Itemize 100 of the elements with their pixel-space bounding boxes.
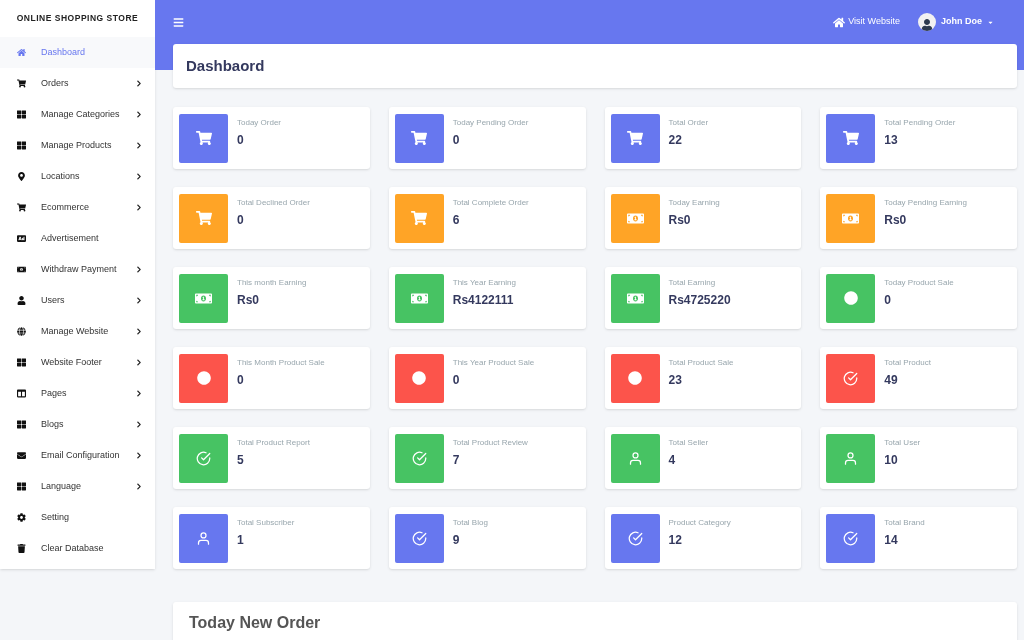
ad-icon — [17, 234, 26, 243]
sidebar-item[interactable]: Language — [0, 471, 155, 502]
stat-label: This Year Earning — [452, 277, 516, 289]
trash-icon — [17, 544, 26, 553]
stat-value: Rs0 — [668, 212, 692, 229]
sidebar-item[interactable]: Withdraw Payment — [0, 254, 155, 285]
cart-icon — [411, 210, 428, 226]
stat-label: Product Category — [668, 517, 731, 529]
stat-label: Total Brand — [884, 517, 925, 529]
grid-icon — [17, 420, 26, 429]
sidebar-item[interactable]: Pages — [0, 378, 155, 409]
check-circle-icon — [411, 530, 427, 546]
sidebar-item[interactable]: Manage Website — [0, 316, 155, 347]
map-pin-icon — [17, 172, 26, 181]
stat-value: 4 — [668, 452, 677, 469]
cart-icon — [17, 203, 26, 212]
stat-label: Today Order — [237, 117, 282, 129]
stat-value: 14 — [884, 532, 899, 549]
banknote-icon — [17, 265, 26, 274]
cart-icon — [627, 130, 643, 146]
stat-value: 7 — [452, 452, 461, 469]
stat-label: Total User — [884, 437, 921, 449]
stat-label: Total Pending Order — [884, 117, 956, 129]
columns-icon — [17, 389, 26, 398]
sidebar-item[interactable]: Blogs — [0, 409, 155, 440]
stat-value: 0 — [237, 132, 245, 149]
stat-label: Total Earning — [668, 277, 717, 289]
stat-value: 13 — [884, 132, 899, 149]
page-title: Dashbaord — [186, 55, 265, 76]
sidebar-item[interactable]: Locations — [0, 161, 155, 192]
stat-label: This month Earning — [237, 277, 307, 289]
circle-icon — [412, 371, 427, 385]
home-icon — [17, 48, 26, 57]
grid-icon — [17, 141, 26, 150]
stat-label: Total Product Report — [237, 437, 310, 449]
stat-value: 49 — [884, 372, 899, 389]
stat-value: Rs0 — [884, 212, 908, 229]
sidebar-item[interactable]: Clear Database — [0, 533, 155, 564]
stat-label: Total Product Review — [452, 437, 528, 449]
section-title: Today New Order — [189, 613, 321, 633]
grid-icon — [17, 482, 26, 491]
stat-value: Rs4725220 — [668, 292, 731, 309]
stat-value: 22 — [668, 132, 683, 149]
stat-label: This Year Product Sale — [452, 357, 535, 369]
stat-value: 0 — [237, 212, 245, 229]
check-circle-icon — [411, 450, 427, 466]
cart-icon — [411, 130, 428, 146]
sidebar-item[interactable]: Ecommerce — [0, 192, 155, 223]
stat-value: 0 — [452, 372, 461, 389]
stat-value: 10 — [884, 452, 899, 469]
stat-label: Total Blog — [452, 517, 488, 529]
globe-icon — [17, 327, 26, 336]
user-icon — [196, 530, 211, 546]
cart-icon — [195, 210, 212, 226]
stat-label: Total Complete Order — [452, 197, 529, 209]
sidebar-item[interactable]: Email Configuration — [0, 440, 155, 471]
stat-value: Rs0 — [237, 292, 260, 309]
user-menu[interactable]: John Doe — [918, 13, 994, 31]
check-circle-icon — [627, 530, 643, 546]
stat-label: Today Earning — [668, 197, 720, 209]
sidebar-item[interactable]: Dashboard — [0, 37, 155, 68]
sidebar-item[interactable]: Orders — [0, 68, 155, 99]
sidebar-item[interactable]: Users — [0, 285, 155, 316]
stat-label: Total Product Sale — [668, 357, 734, 369]
stat-value: 0 — [884, 292, 892, 309]
stat-value: 0 — [237, 372, 245, 389]
check-circle-icon — [843, 370, 859, 386]
home-icon — [833, 16, 846, 28]
avatar — [918, 13, 936, 31]
stat-label: Total Product — [884, 357, 931, 369]
stat-label: This Month Product Sale — [237, 357, 325, 369]
sidebar-item[interactable]: Manage Categories — [0, 99, 155, 130]
cart-icon — [17, 79, 26, 88]
sidebar-item[interactable]: Website Footer — [0, 347, 155, 378]
stat-label: Total Order — [668, 117, 709, 129]
grid-icon — [17, 110, 26, 119]
cart-icon — [842, 130, 859, 146]
stat-label: Today Pending Order — [452, 117, 529, 129]
stat-value: 12 — [668, 532, 683, 549]
sidebar-item[interactable]: Manage Products — [0, 130, 155, 161]
user-icon — [843, 450, 859, 466]
stat-label: Today Pending Earning — [884, 197, 967, 209]
visit-website-link[interactable]: Visit Website — [833, 15, 900, 29]
stat-value: 0 — [452, 132, 461, 149]
circle-icon — [843, 291, 858, 305]
stat-label: Total Seller — [668, 437, 709, 449]
user-icon — [17, 296, 26, 305]
circle-icon — [628, 371, 642, 385]
envelope-icon — [17, 451, 26, 460]
stat-value: 5 — [237, 452, 245, 469]
menu-icon[interactable] — [173, 17, 184, 28]
sidebar-item[interactable]: Advertisement — [0, 223, 155, 254]
stat-value: Rs4122111 — [452, 292, 515, 309]
stat-value: 23 — [668, 372, 683, 389]
sidebar-item[interactable]: Setting — [0, 502, 155, 533]
stat-value: 9 — [452, 532, 461, 549]
settings-icon — [17, 513, 26, 522]
check-circle-icon — [196, 450, 211, 466]
stat-label: Total Declined Order — [237, 197, 310, 209]
stat-label: Total Subscriber — [237, 517, 295, 529]
